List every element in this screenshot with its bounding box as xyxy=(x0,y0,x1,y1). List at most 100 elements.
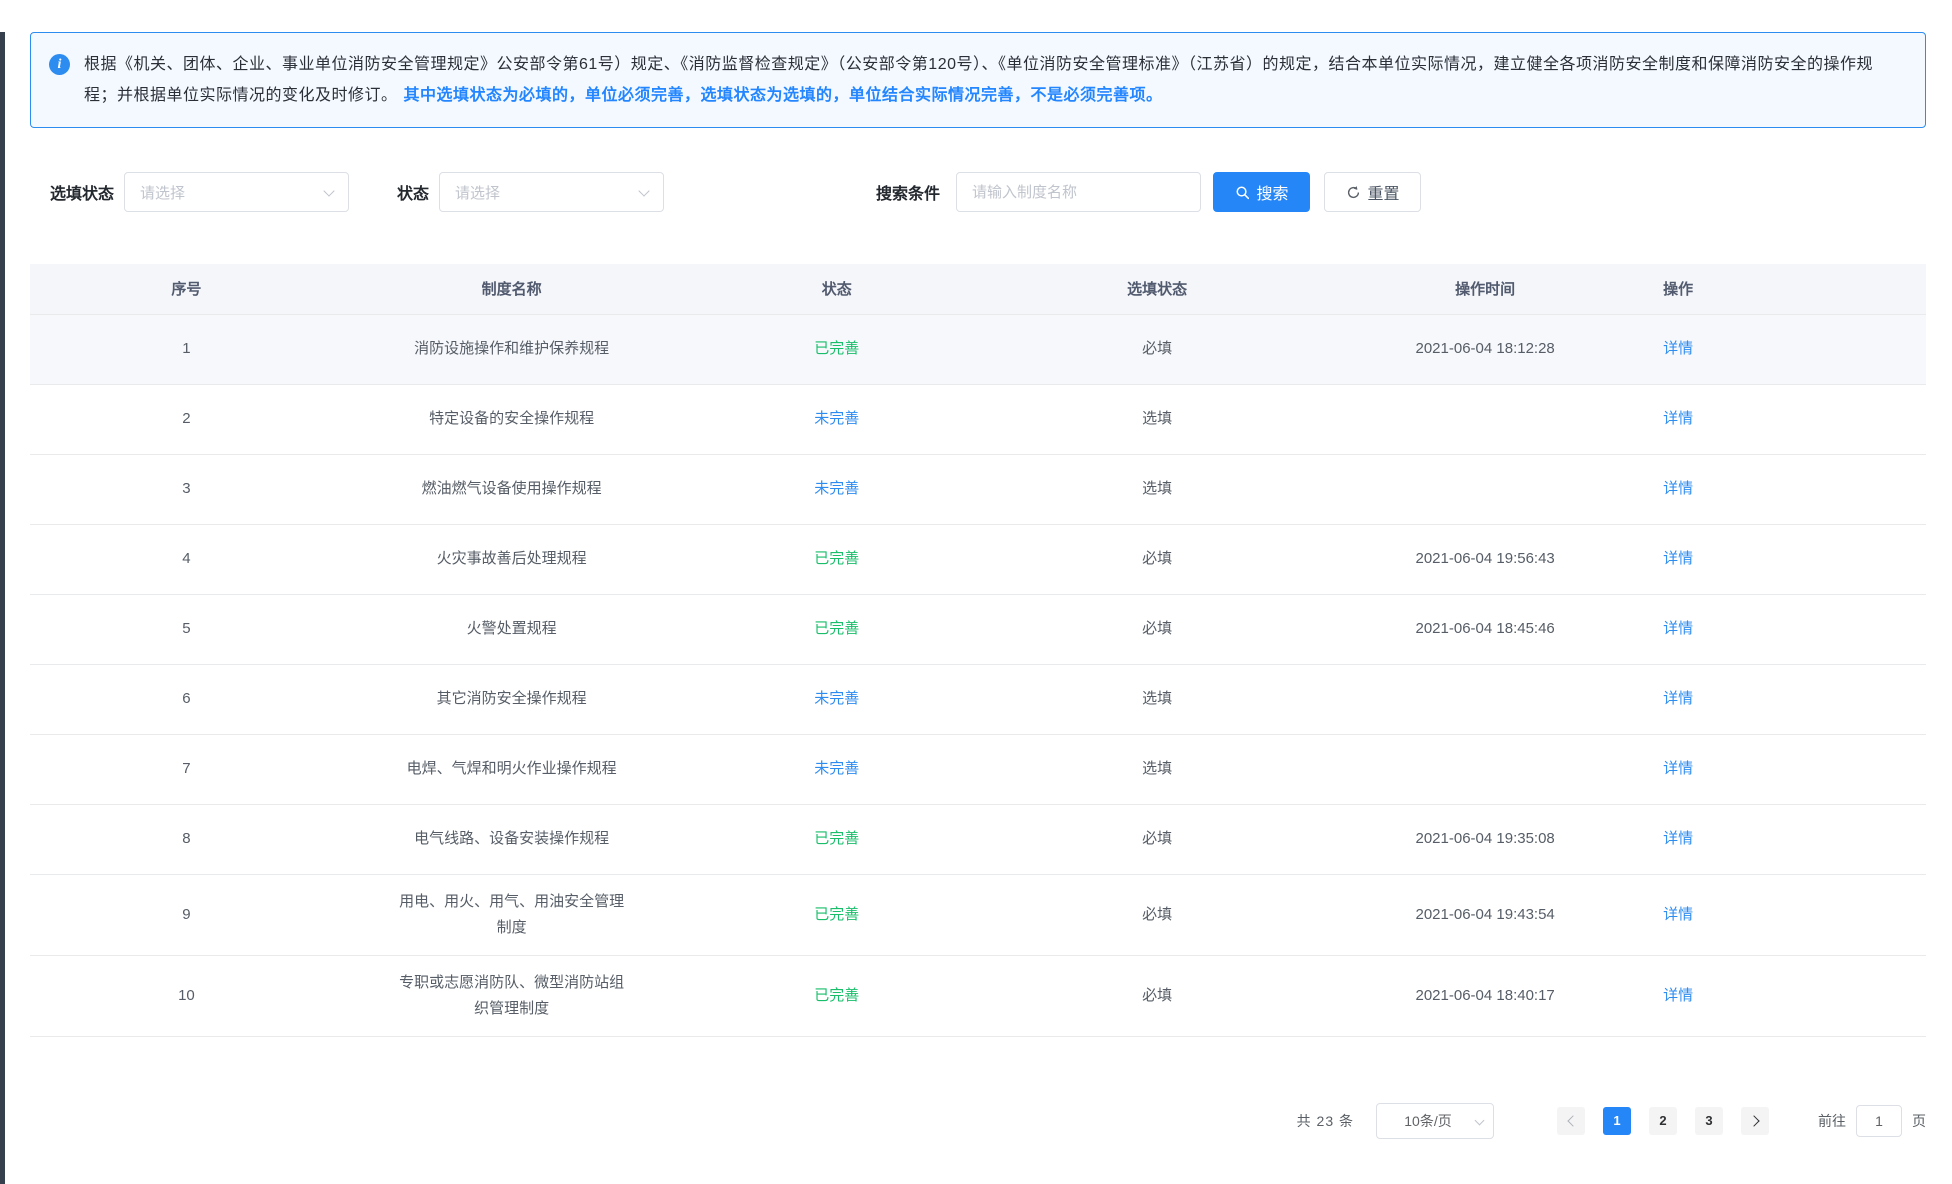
row-index: 7 xyxy=(30,734,343,804)
detail-link[interactable]: 详情 xyxy=(1663,480,1693,497)
detail-link[interactable]: 详情 xyxy=(1663,830,1693,847)
detail-link[interactable]: 详情 xyxy=(1663,340,1693,357)
goto-label: 前往 xyxy=(1818,1111,1846,1131)
row-fill: 选填 xyxy=(993,734,1321,804)
row-status: 未完善 xyxy=(680,454,993,524)
detail-link[interactable]: 详情 xyxy=(1663,760,1693,777)
table-row: 2 特定设备的安全操作规程 未完善 选填 详情 xyxy=(30,384,1926,454)
search-button[interactable]: 搜索 xyxy=(1213,172,1310,212)
detail-link[interactable]: 详情 xyxy=(1663,987,1693,1004)
column-header-status: 状态 xyxy=(680,264,993,314)
chevron-down-icon xyxy=(1475,1115,1485,1125)
total-count: 共 23 条 xyxy=(1297,1111,1354,1131)
row-index: 1 xyxy=(30,314,343,384)
row-fill: 必填 xyxy=(993,804,1321,874)
table-row: 4 火灾事故善后处理规程 已完善 必填 2021-06-04 19:56:43 … xyxy=(30,524,1926,594)
next-page-button[interactable] xyxy=(1741,1107,1769,1135)
column-header-index: 序号 xyxy=(30,264,343,314)
goto-unit: 页 xyxy=(1912,1111,1926,1131)
chevron-down-icon xyxy=(323,185,334,196)
table-header-row: 序号 制度名称 状态 选填状态 操作时间 操作 xyxy=(30,264,1926,314)
search-button-label: 搜索 xyxy=(1257,180,1289,204)
fill-status-select-value: 请选择 xyxy=(140,182,185,203)
pager: 123 xyxy=(1548,1107,1778,1135)
reset-button-label: 重置 xyxy=(1368,180,1400,204)
row-fill: 选填 xyxy=(993,454,1321,524)
row-time: 2021-06-04 18:45:46 xyxy=(1321,594,1649,664)
row-status: 未完善 xyxy=(680,734,993,804)
goto-page: 前往 页 xyxy=(1818,1105,1926,1137)
row-fill: 选填 xyxy=(993,664,1321,734)
row-name: 电焊、气焊和明火作业操作规程 xyxy=(343,734,680,804)
table-row: 9 用电、用火、用气、用油安全管理制度 已完善 必填 2021-06-04 19… xyxy=(30,874,1926,955)
banner-text: 根据《机关、团体、企业、事业单位消防安全管理规定》公安部令第61号）规定、《消防… xyxy=(84,49,1903,111)
row-status: 已完善 xyxy=(680,524,993,594)
row-name: 火警处置规程 xyxy=(343,594,680,664)
table-row: 8 电气线路、设备安装操作规程 已完善 必填 2021-06-04 19:35:… xyxy=(30,804,1926,874)
row-time: 2021-06-04 19:43:54 xyxy=(1321,874,1649,955)
table-body: 1 消防设施操作和维护保养规程 已完善 必填 2021-06-04 18:12:… xyxy=(30,314,1926,1036)
detail-link[interactable]: 详情 xyxy=(1663,410,1693,427)
row-name: 电气线路、设备安装操作规程 xyxy=(343,804,680,874)
detail-link[interactable]: 详情 xyxy=(1663,690,1693,707)
row-status: 未完善 xyxy=(680,664,993,734)
column-header-fill: 选填状态 xyxy=(993,264,1321,314)
row-time: 2021-06-04 18:40:17 xyxy=(1321,955,1649,1036)
row-status: 已完善 xyxy=(680,874,993,955)
table-row: 5 火警处置规程 已完善 必填 2021-06-04 18:45:46 详情 xyxy=(30,594,1926,664)
detail-link[interactable]: 详情 xyxy=(1663,906,1693,923)
page-button[interactable]: 2 xyxy=(1649,1107,1677,1135)
filter-bar: 选填状态 请选择 状态 请选择 搜索条件 搜索 重置 xyxy=(30,172,1926,212)
row-index: 2 xyxy=(30,384,343,454)
row-status: 已完善 xyxy=(680,314,993,384)
row-fill: 必填 xyxy=(993,524,1321,594)
table-row: 10 专职或志愿消防队、微型消防站组织管理制度 已完善 必填 2021-06-0… xyxy=(30,955,1926,1036)
page-size-select[interactable]: 10条/页 xyxy=(1376,1103,1494,1139)
row-index: 3 xyxy=(30,454,343,524)
column-header-action: 操作 xyxy=(1649,264,1926,314)
row-time: 2021-06-04 19:56:43 xyxy=(1321,524,1649,594)
row-time xyxy=(1321,734,1649,804)
row-status: 未完善 xyxy=(680,384,993,454)
search-label: 搜索条件 xyxy=(876,180,940,204)
row-name: 用电、用火、用气、用油安全管理制度 xyxy=(343,874,680,955)
row-index: 5 xyxy=(30,594,343,664)
row-index: 8 xyxy=(30,804,343,874)
status-select-value: 请选择 xyxy=(455,182,500,203)
table-row: 6 其它消防安全操作规程 未完善 选填 详情 xyxy=(30,664,1926,734)
row-name: 火灾事故善后处理规程 xyxy=(343,524,680,594)
row-index: 4 xyxy=(30,524,343,594)
row-name: 专职或志愿消防队、微型消防站组织管理制度 xyxy=(343,955,680,1036)
table-row: 1 消防设施操作和维护保养规程 已完善 必填 2021-06-04 18:12:… xyxy=(30,314,1926,384)
institution-table: 序号 制度名称 状态 选填状态 操作时间 操作 1 消防设施操作和维护保养规程 … xyxy=(30,264,1926,1037)
info-icon: i xyxy=(49,54,70,75)
row-status: 已完善 xyxy=(680,594,993,664)
status-select[interactable]: 请选择 xyxy=(439,172,664,212)
row-name: 燃油燃气设备使用操作规程 xyxy=(343,454,680,524)
row-time xyxy=(1321,384,1649,454)
row-index: 10 xyxy=(30,955,343,1036)
column-header-name: 制度名称 xyxy=(343,264,680,314)
search-input[interactable] xyxy=(956,172,1201,212)
info-banner: i 根据《机关、团体、企业、事业单位消防安全管理规定》公安部令第61号）规定、《… xyxy=(30,32,1926,128)
column-header-time: 操作时间 xyxy=(1321,264,1649,314)
page-button[interactable]: 3 xyxy=(1695,1107,1723,1135)
search-icon xyxy=(1235,185,1250,200)
row-name: 消防设施操作和维护保养规程 xyxy=(343,314,680,384)
detail-link[interactable]: 详情 xyxy=(1663,550,1693,567)
goto-input[interactable] xyxy=(1856,1105,1902,1137)
reset-button[interactable]: 重置 xyxy=(1324,172,1421,212)
row-name: 其它消防安全操作规程 xyxy=(343,664,680,734)
row-fill: 必填 xyxy=(993,594,1321,664)
fill-status-select[interactable]: 请选择 xyxy=(124,172,349,212)
main-content: i 根据《机关、团体、企业、事业单位消防安全管理规定》公安部令第61号）规定、《… xyxy=(30,32,1926,1139)
page-size-value: 10条/页 xyxy=(1404,1111,1451,1131)
row-fill: 必填 xyxy=(993,874,1321,955)
banner-text-highlight: 其中选填状态为必填的，单位必须完善，选填状态为选填的，单位结合实际情况完善，不是… xyxy=(404,87,1163,104)
row-name: 特定设备的安全操作规程 xyxy=(343,384,680,454)
page-button[interactable]: 1 xyxy=(1603,1107,1631,1135)
detail-link[interactable]: 详情 xyxy=(1663,620,1693,637)
row-time xyxy=(1321,664,1649,734)
prev-page-button[interactable] xyxy=(1557,1107,1585,1135)
fill-status-label: 选填状态 xyxy=(50,180,114,204)
